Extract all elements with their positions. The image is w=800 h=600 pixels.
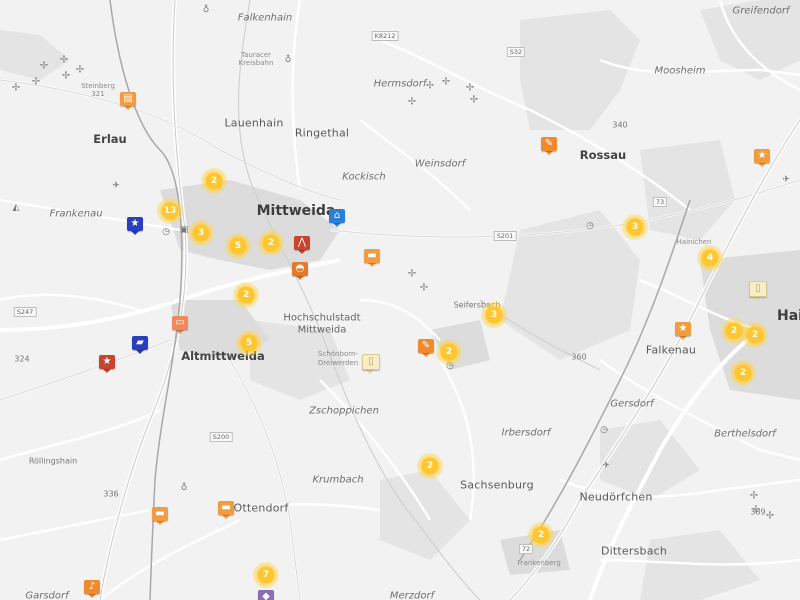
tools-marker[interactable]: ✎ xyxy=(541,137,557,155)
home-icon: ⌂ xyxy=(333,210,341,221)
star-marker-red[interactable]: ★ xyxy=(99,355,115,373)
tools-marker[interactable]: ♪ xyxy=(84,580,100,598)
compass-marker[interactable]: ⋀ xyxy=(294,236,310,254)
star-marker[interactable]: ★ xyxy=(675,322,691,340)
ferry-marker[interactable]: ◓ xyxy=(292,262,308,280)
cluster-marker[interactable]: 3 xyxy=(624,216,646,238)
cluster-marker[interactable]: 2 xyxy=(732,362,754,384)
ferry-icon: ▬ xyxy=(221,502,231,513)
star-icon: ★ xyxy=(757,150,767,161)
bus-marker[interactable]: ▭ xyxy=(172,316,188,334)
car-icon: ▰ xyxy=(136,337,144,348)
cluster-marker[interactable]: 13 xyxy=(159,200,181,222)
tools-icon: ✎ xyxy=(544,138,554,149)
ferry-marker[interactable]: ▬ xyxy=(152,507,168,525)
bus-icon: ▭ xyxy=(175,317,185,328)
ferry-icon: ▬ xyxy=(367,250,377,261)
compass-icon: ⋀ xyxy=(297,237,307,248)
cluster-marker[interactable]: 2 xyxy=(723,320,745,342)
cluster-marker[interactable]: 2 xyxy=(260,232,282,254)
tools-marker[interactable]: ✎ xyxy=(418,339,434,357)
tools-icon: ✎ xyxy=(421,340,431,351)
cluster-marker[interactable]: 2 xyxy=(530,524,552,546)
star-icon: ★ xyxy=(130,218,140,229)
ferry-icon: ▬ xyxy=(155,508,165,519)
cluster-marker[interactable]: 2 xyxy=(438,341,460,363)
restaurant-icon: ▤ xyxy=(123,93,133,104)
document-icon: ▯ xyxy=(755,283,761,294)
star-marker[interactable]: ★ xyxy=(754,149,770,167)
star-icon: ★ xyxy=(678,323,688,334)
document-marker[interactable]: ▯ xyxy=(749,281,767,301)
document-icon: ▯ xyxy=(368,356,374,367)
cluster-marker[interactable]: 5 xyxy=(238,332,260,354)
cluster-marker[interactable]: 2 xyxy=(744,324,766,346)
home-marker[interactable]: ⌂ xyxy=(329,209,345,227)
cluster-marker[interactable]: 3 xyxy=(483,304,505,326)
ferry-icon: ◓ xyxy=(295,263,305,274)
poi-marker[interactable]: ◆ xyxy=(258,590,274,600)
cluster-marker[interactable]: 2 xyxy=(419,455,441,477)
star-icon: ★ xyxy=(102,356,112,367)
document-marker[interactable]: ▯ xyxy=(362,354,380,374)
restaurant-marker[interactable]: ▤ xyxy=(120,92,136,110)
cluster-marker[interactable]: 2 xyxy=(235,284,257,306)
ferry-marker[interactable]: ▬ xyxy=(364,249,380,267)
cluster-marker[interactable]: 3 xyxy=(190,222,212,244)
cluster-marker[interactable]: 4 xyxy=(699,247,721,269)
star-marker-blue[interactable]: ★ xyxy=(127,217,143,235)
ferry-marker[interactable]: ▬ xyxy=(218,501,234,519)
map-basemap xyxy=(0,0,800,600)
poi-icon: ◆ xyxy=(262,591,270,600)
cluster-marker[interactable]: 5 xyxy=(227,235,249,257)
map-canvas[interactable]: ✢ ✢ ✢ ✢ ✢ ✢ ✢ ✢ ✢ ✢ ✢ ✢ ✢ ✢ ✢ ✢ ♁ ♁ ✈ ◷ … xyxy=(0,0,800,600)
car-marker[interactable]: ▰ xyxy=(132,336,148,354)
tools-icon: ♪ xyxy=(88,581,96,592)
cluster-marker[interactable]: 2 xyxy=(203,170,225,192)
cluster-marker[interactable]: 7 xyxy=(255,564,277,586)
